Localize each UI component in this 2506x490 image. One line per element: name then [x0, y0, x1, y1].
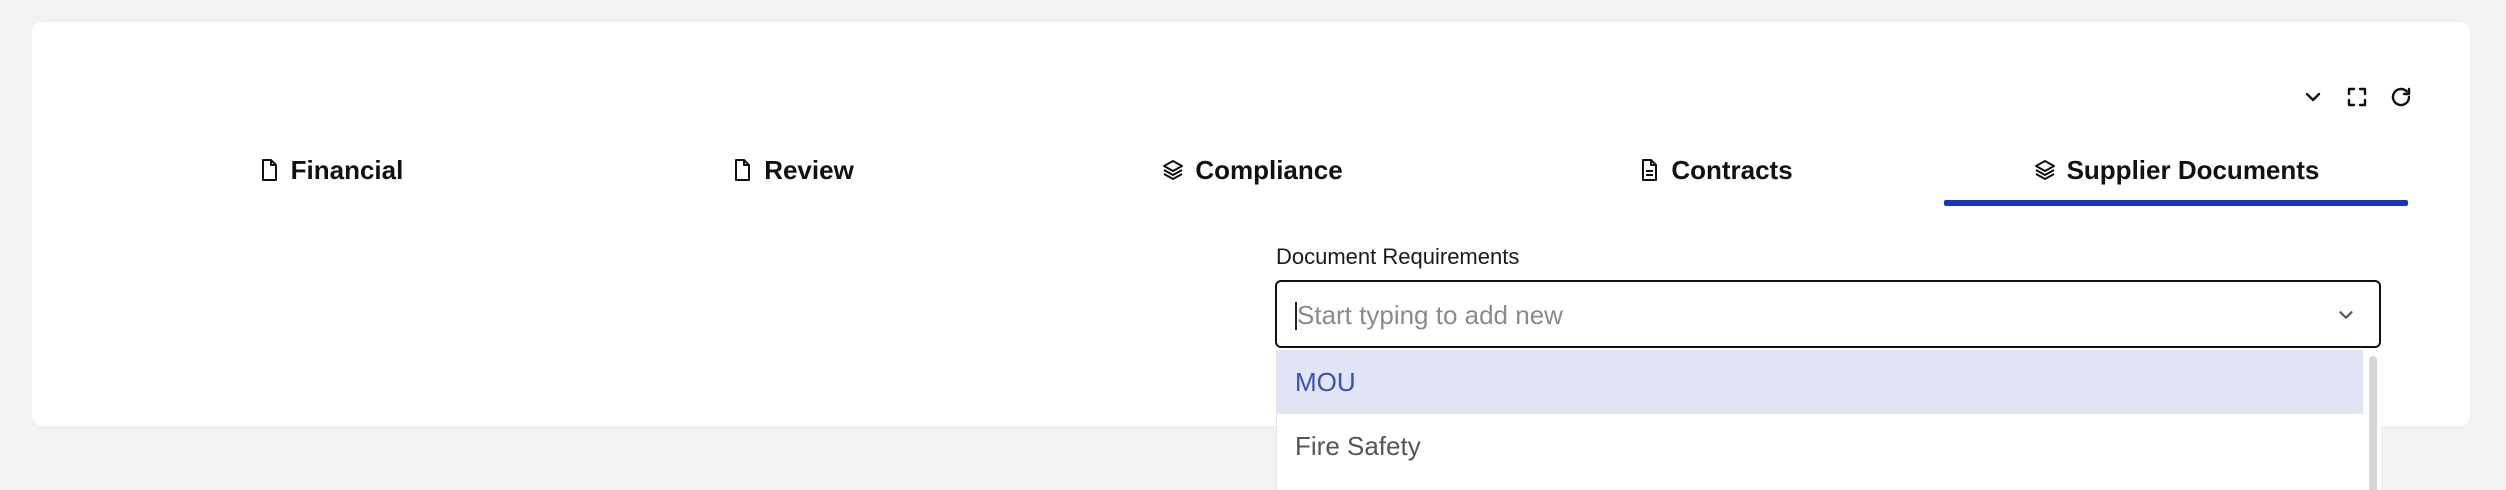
file-text-icon: [1642, 159, 1658, 181]
file-icon: [735, 159, 751, 181]
layers-icon: [2034, 160, 2055, 180]
tab-review[interactable]: Review: [722, 140, 862, 200]
collapse-button[interactable]: [2296, 80, 2330, 114]
tab-label: Financial: [290, 154, 404, 185]
file-icon: [261, 159, 277, 181]
layers-icon: [1163, 160, 1184, 180]
tab-supplier-documents[interactable]: Supplier Documents: [1944, 140, 2408, 206]
fullscreen-button[interactable]: [2340, 80, 2374, 114]
text-caret: [1295, 302, 1297, 330]
document-requirements-combobox[interactable]: [1275, 280, 2381, 348]
expand-icon: [2347, 87, 2367, 107]
document-requirements-dropdown: MOU Fire Safety: [1276, 350, 2381, 490]
refresh-button[interactable]: [2384, 80, 2418, 114]
chevron-down-icon[interactable]: [2335, 304, 2357, 326]
tab-label: Review: [764, 154, 854, 185]
card-toolbar: [2296, 80, 2418, 114]
option-label: MOU: [1295, 366, 1356, 397]
tab-compliance[interactable]: Compliance: [1152, 140, 1352, 200]
refresh-icon: [2391, 87, 2411, 107]
tab-contracts[interactable]: Contracts: [1626, 140, 1804, 200]
option-fire-safety[interactable]: Fire Safety: [1277, 414, 2363, 478]
document-requirements-label: Document Requirements: [1276, 244, 1520, 269]
tab-label: Contracts: [1671, 154, 1793, 185]
chevron-down-icon: [2305, 92, 2321, 102]
option-label: Fire Safety: [1295, 430, 1421, 461]
document-requirements-input[interactable]: [1295, 282, 2299, 348]
tab-label: Supplier Documents: [2066, 154, 2320, 185]
tab-financial[interactable]: Financial: [250, 140, 410, 200]
option-mou[interactable]: MOU: [1277, 350, 2363, 414]
tab-label: Compliance: [1195, 154, 1343, 185]
tab-bar: Financial Review Compliance Contracts Su…: [0, 140, 2506, 206]
